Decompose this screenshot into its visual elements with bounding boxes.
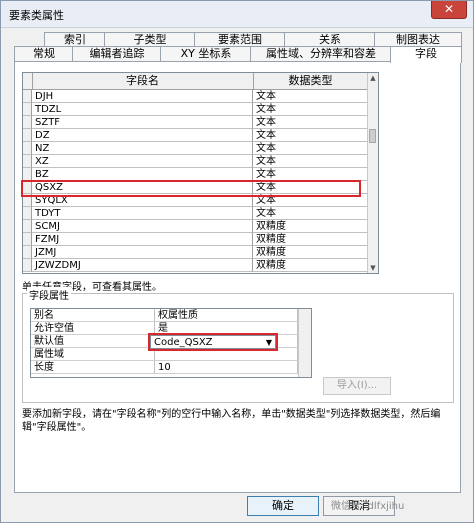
table-row[interactable]: DZ 文本 bbox=[23, 129, 368, 142]
tab-general[interactable]: 常规 bbox=[14, 46, 74, 61]
data-type-cell[interactable]: 文本 bbox=[253, 103, 368, 116]
table-row[interactable]: SCMJ 双精度 bbox=[23, 220, 368, 233]
scroll-down-icon[interactable]: ▼ bbox=[368, 263, 378, 273]
row-selector[interactable] bbox=[23, 207, 32, 220]
field-name-cell[interactable]: XZ bbox=[32, 155, 253, 168]
tab-xy-coordinate-system[interactable]: XY 坐标系 bbox=[160, 46, 252, 61]
tab-fields[interactable]: 字段 bbox=[390, 46, 462, 63]
title-bar: 要素类属性 ✕ bbox=[1, 1, 473, 28]
scroll-up-icon[interactable]: ▲ bbox=[368, 73, 378, 83]
row-selector[interactable] bbox=[23, 116, 32, 129]
tab-subtypes[interactable]: 子类型 bbox=[104, 32, 196, 47]
table-row[interactable]: TDYT 文本 bbox=[23, 207, 368, 220]
field-name-cell[interactable]: FZMJ bbox=[32, 233, 253, 246]
fields-tab-panel: 字段名 数据类型 DJH 文本 TDZL 文本 SZTF 文本 DZ 文本 NZ 文本 XZ 文本 BZ… bbox=[14, 61, 461, 493]
table-row[interactable]: SZTF 文本 bbox=[23, 116, 368, 129]
watermark: 微信号: dlfxjihu bbox=[331, 501, 405, 512]
highlight-box-domain bbox=[148, 333, 278, 351]
row-selector[interactable] bbox=[23, 142, 32, 155]
field-name-cell[interactable]: DJH bbox=[32, 90, 253, 103]
field-name-cell[interactable]: JZWZDMJ bbox=[32, 259, 253, 272]
properties-scrollbar[interactable] bbox=[298, 309, 311, 377]
table-row[interactable]: NZ 文本 bbox=[23, 142, 368, 155]
row-selector[interactable] bbox=[23, 259, 32, 272]
row-selector[interactable] bbox=[23, 90, 32, 103]
property-key: 长度 bbox=[31, 361, 155, 374]
data-type-cell[interactable]: 文本 bbox=[253, 129, 368, 142]
field-properties-group: 字段属性 别名 权属性质 允许空值是默认值 属性域 长度 10 Code_QSXZ ▼ 导… bbox=[22, 287, 454, 403]
property-key: 属性域 bbox=[31, 348, 155, 361]
fields-grid-header: 字段名 数据类型 bbox=[23, 73, 369, 90]
ok-button[interactable]: 确定 bbox=[247, 496, 319, 516]
property-key: 默认值 bbox=[31, 335, 155, 348]
tab-feature-extent[interactable]: 要素范围 bbox=[194, 32, 286, 47]
data-type-cell[interactable]: 双精度 bbox=[253, 220, 368, 233]
tab-row-1: 索引 子类型 要素范围 关系 制图表达 bbox=[14, 32, 462, 47]
table-row[interactable]: JZMJ 双精度 bbox=[23, 246, 368, 259]
property-row[interactable]: 长度 10 bbox=[31, 361, 311, 374]
property-row[interactable]: 别名 权属性质 bbox=[31, 309, 311, 322]
tab-representations[interactable]: 制图表达 bbox=[374, 32, 462, 47]
property-value[interactable]: 权属性质 bbox=[155, 309, 298, 322]
field-name-cell[interactable]: NZ bbox=[32, 142, 253, 155]
instructions-text: 要添加新字段，请在"字段名称"列的空行中输入名称，单击"数据类型"列选择数据类型… bbox=[22, 409, 441, 433]
tab-editor-tracking[interactable]: 编辑者追踪 bbox=[72, 46, 162, 61]
data-type-cell[interactable]: 文本 bbox=[253, 142, 368, 155]
scroll-thumb[interactable] bbox=[369, 129, 376, 143]
field-name-cell[interactable]: SCMJ bbox=[32, 220, 253, 233]
table-row[interactable]: JZWZDMJ 双精度 bbox=[23, 259, 368, 272]
property-key: 允许空值 bbox=[31, 322, 155, 335]
data-type-cell[interactable]: 文本 bbox=[253, 116, 368, 129]
row-selector[interactable] bbox=[23, 129, 32, 142]
fields-grid-scrollbar[interactable]: ▲ ▼ bbox=[367, 73, 378, 273]
field-name-cell[interactable]: SZTF bbox=[32, 116, 253, 129]
row-selector[interactable] bbox=[23, 103, 32, 116]
data-type-cell[interactable]: 文本 bbox=[253, 90, 368, 103]
table-row[interactable]: DJH 文本 bbox=[23, 90, 368, 103]
field-name-cell[interactable]: DZ bbox=[32, 129, 253, 142]
row-selector[interactable] bbox=[23, 233, 32, 246]
property-key: 别名 bbox=[31, 309, 155, 322]
data-type-cell[interactable]: 双精度 bbox=[253, 259, 368, 272]
data-type-cell[interactable]: 文本 bbox=[253, 207, 368, 220]
property-value[interactable]: 10 bbox=[155, 361, 298, 374]
tab-domain-resolution-tolerance[interactable]: 属性域、分辨率和容差 bbox=[250, 46, 392, 61]
close-button[interactable]: ✕ bbox=[431, 1, 467, 19]
window-title: 要素类属性 bbox=[9, 9, 64, 22]
row-selector[interactable] bbox=[23, 246, 32, 259]
tab-relationships[interactable]: 关系 bbox=[284, 32, 376, 47]
field-properties-legend: 字段属性 bbox=[27, 287, 71, 302]
data-type-cell[interactable]: 文本 bbox=[253, 155, 368, 168]
table-row[interactable]: XZ 文本 bbox=[23, 155, 368, 168]
tab-row-2: 常规 编辑者追踪 XY 坐标系 属性域、分辨率和容差 字段 bbox=[14, 46, 462, 63]
table-row[interactable]: FZMJ 双精度 bbox=[23, 233, 368, 246]
table-row[interactable]: TDZL 文本 bbox=[23, 103, 368, 116]
feature-class-properties-dialog: 要素类属性 ✕ 索引 子类型 要素范围 关系 制图表达 常规 编辑者追踪 XY … bbox=[0, 0, 474, 523]
row-selector[interactable] bbox=[23, 220, 32, 233]
field-name-cell[interactable]: TDYT bbox=[32, 207, 253, 220]
field-name-header[interactable]: 字段名 bbox=[32, 73, 254, 89]
fields-grid[interactable]: 字段名 数据类型 DJH 文本 TDZL 文本 SZTF 文本 DZ 文本 NZ 文本 XZ 文本 BZ… bbox=[22, 72, 379, 274]
data-type-cell[interactable]: 双精度 bbox=[253, 246, 368, 259]
field-name-cell[interactable]: JZMJ bbox=[32, 246, 253, 259]
import-button[interactable]: 导入(I)... bbox=[323, 377, 391, 395]
data-type-header[interactable]: 数据类型 bbox=[253, 73, 369, 89]
highlight-box-qsxz bbox=[21, 180, 361, 197]
data-type-cell[interactable]: 双精度 bbox=[253, 233, 368, 246]
field-name-cell[interactable]: TDZL bbox=[32, 103, 253, 116]
tab-index[interactable]: 索引 bbox=[44, 32, 106, 47]
row-selector[interactable] bbox=[23, 155, 32, 168]
